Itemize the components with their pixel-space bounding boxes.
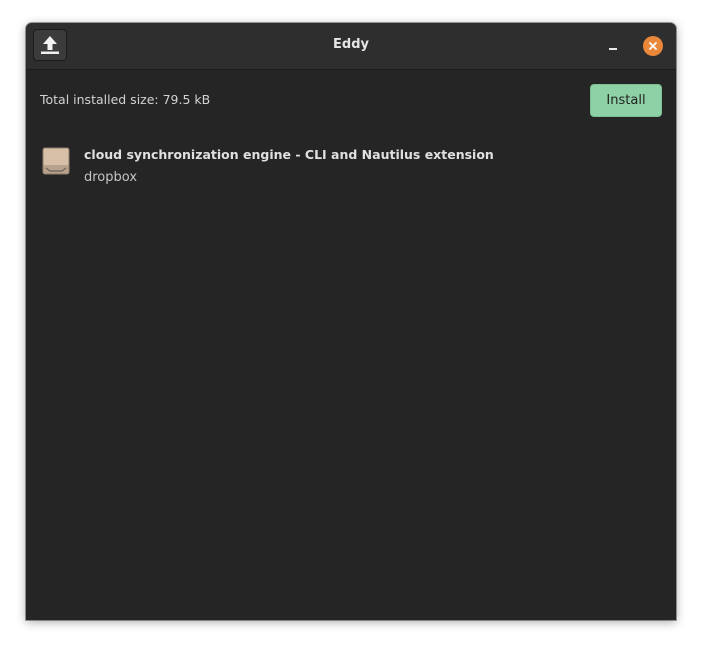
eddy-window: Eddy Total installed size: 79.5 kB Insta… (26, 23, 676, 620)
package-name: dropbox (84, 170, 138, 185)
close-icon (649, 42, 657, 50)
minimize-button[interactable] (604, 35, 624, 55)
package-icon (42, 147, 70, 175)
total-installed-size: Total installed size: 79.5 kB (40, 92, 211, 107)
install-button[interactable]: Install (590, 84, 662, 117)
package-description: cloud synchronization engine - CLI and N… (84, 147, 494, 162)
minimize-icon (609, 48, 617, 50)
close-button[interactable] (643, 36, 663, 56)
window-title: Eddy (333, 37, 369, 52)
package-list-item[interactable]: cloud synchronization engine - CLI and N… (26, 141, 676, 193)
titlebar: Eddy (26, 23, 676, 70)
